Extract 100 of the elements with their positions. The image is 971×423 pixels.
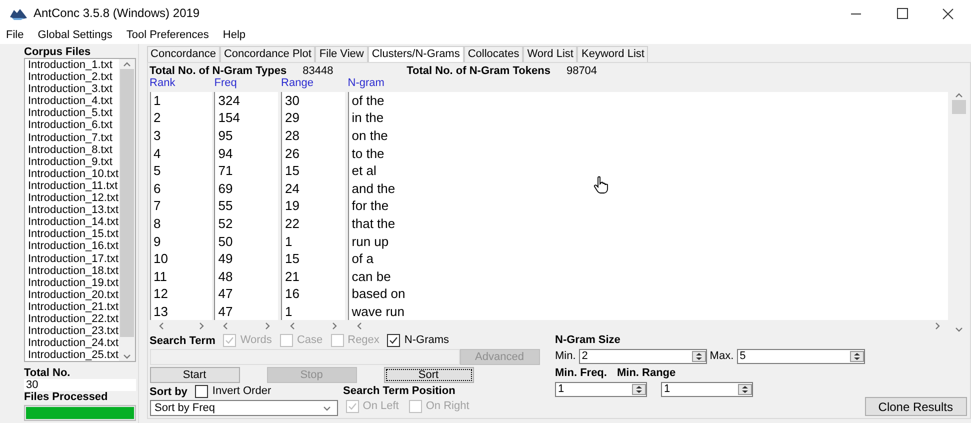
table-cell: 7 bbox=[154, 197, 161, 215]
table-cell: 1 bbox=[285, 232, 292, 250]
corpus-file-name[interactable]: Introduction_19.txt bbox=[28, 276, 119, 289]
search-field[interactable] bbox=[150, 349, 460, 365]
option-label: Case bbox=[296, 334, 323, 347]
spin-arrows-icon[interactable] bbox=[738, 384, 752, 395]
min-range-spinbox[interactable]: 1 bbox=[661, 382, 754, 397]
table-cell: 52 bbox=[218, 214, 233, 232]
table-cell: 30 bbox=[285, 92, 300, 110]
total-label: Total No. of N-Gram Types bbox=[150, 65, 287, 78]
menu-item[interactable]: Help bbox=[222, 29, 246, 42]
tab[interactable]: Collocates bbox=[464, 46, 524, 62]
scrollbar-thumb[interactable] bbox=[120, 69, 134, 337]
table-cell: 95 bbox=[218, 126, 233, 145]
sort-dropdown[interactable]: Sort by Freq bbox=[150, 400, 338, 416]
option-label: On Left bbox=[362, 400, 399, 413]
table-cell: to the bbox=[352, 144, 384, 162]
clone-results-button[interactable]: Clone Results bbox=[864, 397, 967, 416]
maximize-icon[interactable] bbox=[895, 8, 909, 20]
corpus-file-name[interactable]: Introduction_8.txt bbox=[28, 144, 119, 156]
table-cell: based on bbox=[352, 285, 406, 303]
table-cell: wave run bbox=[352, 302, 405, 320]
checkbox[interactable] bbox=[195, 385, 208, 398]
table-cell: 22 bbox=[285, 214, 300, 232]
corpus-list[interactable] bbox=[24, 58, 136, 362]
corpus-file-name[interactable]: Introduction_6.txt bbox=[28, 119, 119, 132]
table-cell: 6 bbox=[154, 180, 161, 198]
dropdown-value: Sort by Freq bbox=[154, 402, 216, 414]
table-cell: that the bbox=[352, 214, 396, 232]
menu-item[interactable]: File bbox=[6, 29, 24, 42]
corpus-file-name[interactable]: Introduction_14.txt bbox=[28, 216, 119, 228]
max-label: Max. bbox=[710, 350, 734, 363]
table-cell: 28 bbox=[285, 126, 300, 145]
table-cell: 2 bbox=[154, 109, 161, 127]
checkbox[interactable] bbox=[387, 334, 400, 347]
table-cell: 21 bbox=[285, 268, 300, 286]
tab[interactable]: Clusters/N-Grams bbox=[368, 46, 464, 62]
corpus-file-name[interactable]: Introduction_16.txt bbox=[28, 240, 119, 252]
spin-arrows-icon[interactable] bbox=[850, 351, 864, 362]
table-cell: can be bbox=[352, 268, 391, 286]
tab[interactable]: Concordance bbox=[146, 46, 220, 62]
table-cell: 3 bbox=[154, 126, 161, 145]
sort-by-label: Sort by bbox=[150, 386, 188, 398]
column-header[interactable]: Freq bbox=[214, 78, 278, 89]
corpus-file-name[interactable]: Introduction_24.txt bbox=[28, 337, 119, 350]
corpus-file-name[interactable]: Introduction_15.txt bbox=[28, 228, 119, 240]
search-term-label: Search Term bbox=[150, 334, 216, 346]
menu-item[interactable]: Global Settings bbox=[38, 29, 112, 42]
processed-label: Files Processed bbox=[24, 391, 109, 403]
corpus-file-name[interactable]: Introduction_4.txt bbox=[28, 95, 119, 108]
max-spinbox[interactable]: 5 bbox=[736, 349, 865, 364]
corpus-file-name[interactable]: Introduction_17.txt bbox=[28, 252, 119, 265]
table-cell: 47 bbox=[218, 302, 233, 320]
table-cell: 24 bbox=[285, 180, 300, 198]
corpus-file-name[interactable]: Introduction_22.txt bbox=[28, 312, 119, 326]
action-button[interactable]: Start bbox=[150, 367, 240, 383]
corpus-file-name[interactable]: Introduction_20.txt bbox=[28, 288, 119, 301]
corpus-file-name[interactable]: Introduction_13.txt bbox=[28, 204, 119, 216]
option-label: Regex bbox=[348, 334, 380, 347]
corpus-file-name[interactable]: Introduction_7.txt bbox=[28, 132, 119, 144]
table-cell: 55 bbox=[218, 197, 233, 215]
total-value: 98704 bbox=[566, 65, 598, 78]
tab[interactable]: File View bbox=[315, 46, 368, 62]
action-button[interactable]: Sort bbox=[384, 367, 474, 383]
spin-arrows-icon[interactable] bbox=[632, 384, 646, 395]
option-label: Invert Order bbox=[212, 385, 272, 398]
corpus-file-name[interactable]: Introduction_25.txt bbox=[28, 349, 119, 361]
table-cell: on the bbox=[352, 126, 388, 145]
tab[interactable]: Word List bbox=[523, 46, 578, 62]
corpus-file-name[interactable]: Introduction_23.txt bbox=[28, 325, 119, 338]
table-cell: 71 bbox=[218, 162, 233, 180]
column-header[interactable]: N-gram bbox=[348, 78, 948, 89]
table-cell: 50 bbox=[218, 232, 233, 250]
corpus-file-name[interactable]: Introduction_10.txt bbox=[28, 168, 119, 180]
close-icon[interactable] bbox=[941, 8, 955, 20]
corpus-file-name[interactable]: Introduction_2.txt bbox=[28, 71, 119, 84]
corpus-file-name[interactable]: Introduction_5.txt bbox=[28, 107, 119, 120]
spin-arrows-icon[interactable] bbox=[692, 351, 706, 362]
column-header[interactable]: Range bbox=[281, 78, 346, 89]
corpus-file-name[interactable]: Introduction_21.txt bbox=[28, 300, 119, 313]
table-cell: 47 bbox=[218, 285, 233, 303]
table-cell: 9 bbox=[154, 232, 161, 250]
tab[interactable]: Concordance Plot bbox=[220, 46, 316, 62]
table-cell: 15 bbox=[285, 250, 300, 268]
min-freq-spinbox[interactable]: 1 bbox=[555, 382, 648, 397]
tab[interactable]: Keyword List bbox=[577, 46, 648, 62]
column-header[interactable]: Rank bbox=[150, 78, 212, 89]
corpus-file-name[interactable]: Introduction_18.txt bbox=[28, 264, 119, 277]
table-cell: of a bbox=[352, 250, 374, 268]
corpus-file-name[interactable]: Introduction_1.txt bbox=[28, 59, 119, 72]
corpus-file-name[interactable]: Introduction_3.txt bbox=[28, 83, 119, 96]
corpus-file-name[interactable]: Introduction_9.txt bbox=[28, 156, 119, 168]
total-label: Total No. bbox=[24, 367, 72, 379]
app-icon bbox=[8, 6, 28, 20]
table-cell: 324 bbox=[218, 92, 240, 110]
scrollbar-thumb[interactable] bbox=[952, 100, 966, 114]
corpus-file-name[interactable]: Introduction_12.txt bbox=[28, 192, 119, 204]
corpus-file-name[interactable]: Introduction_11.txt bbox=[28, 180, 119, 192]
menu-item[interactable]: Tool Preferences bbox=[126, 29, 209, 42]
min-spinbox[interactable]: 2 bbox=[578, 349, 707, 364]
